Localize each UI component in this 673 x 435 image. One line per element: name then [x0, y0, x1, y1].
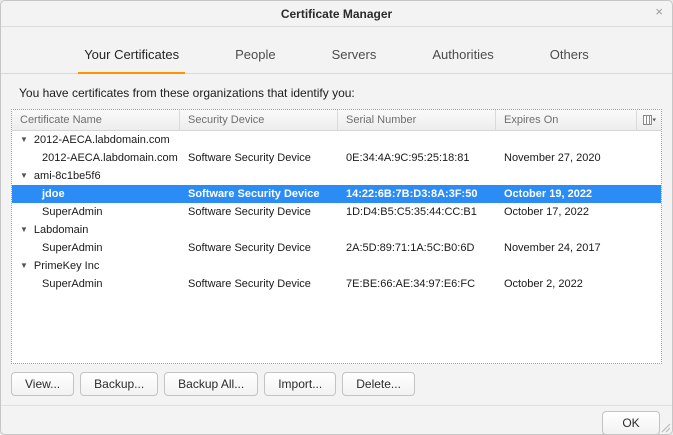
window-title: Certificate Manager: [281, 7, 392, 21]
collapse-triangle-icon[interactable]: ▼: [20, 172, 28, 180]
expires-on-cell: October 19, 2022: [496, 188, 661, 200]
column-header-expires-on[interactable]: Expires On: [496, 110, 637, 130]
certificate-group-row[interactable]: ▼ ami-8c1be5f6: [12, 167, 661, 185]
expires-on-cell: November 24, 2017: [496, 242, 661, 254]
group-name-label: PrimeKey Inc: [34, 260, 99, 272]
import-button[interactable]: Import...: [264, 372, 336, 396]
certificate-name-cell: SuperAdmin: [12, 206, 180, 218]
column-header-certificate-name[interactable]: Certificate Name: [12, 110, 180, 130]
collapse-triangle-icon[interactable]: ▼: [20, 136, 28, 144]
column-picker-icon[interactable]: [637, 110, 661, 130]
ok-button[interactable]: OK: [602, 411, 660, 435]
backup-button[interactable]: Backup...: [80, 372, 158, 396]
collapse-triangle-icon[interactable]: ▼: [20, 226, 28, 234]
serial-number-cell: 2A:5D:89:71:1A:5C:B0:6D: [338, 242, 496, 254]
tab-your-certificates[interactable]: Your Certificates: [78, 36, 185, 74]
security-device-cell: Software Security Device: [180, 278, 338, 290]
expires-on-cell: October 17, 2022: [496, 206, 661, 218]
certificate-table-body: ▼2012-AECA.labdomain.com2012-AECA.labdom…: [12, 131, 661, 363]
certificate-row[interactable]: jdoeSoftware Security Device14:22:6B:7B:…: [12, 185, 661, 203]
group-name-cell: ▼ 2012-AECA.labdomain.com: [12, 134, 180, 146]
certificate-row[interactable]: SuperAdminSoftware Security Device1D:D4:…: [12, 203, 661, 221]
expires-on-cell: October 2, 2022: [496, 278, 661, 290]
certificate-name-cell: SuperAdmin: [12, 278, 180, 290]
certificate-name-cell: 2012-AECA.labdomain.com: [12, 152, 180, 164]
certificate-name-cell: jdoe: [12, 188, 180, 200]
dialog-footer: OK: [1, 405, 672, 434]
tab-authorities[interactable]: Authorities: [426, 36, 499, 74]
group-name-label: 2012-AECA.labdomain.com: [34, 134, 170, 146]
table-header: Certificate Name Security Device Serial …: [12, 110, 661, 131]
tab-bar: Your Certificates People Servers Authori…: [1, 27, 672, 74]
serial-number-cell: 1D:D4:B5:C5:35:44:CC:B1: [338, 206, 496, 218]
column-header-serial-number[interactable]: Serial Number: [338, 110, 496, 130]
column-header-security-device[interactable]: Security Device: [180, 110, 338, 130]
title-bar: Certificate Manager ×: [1, 1, 672, 27]
serial-number-cell: 7E:BE:66:AE:34:97:E6:FC: [338, 278, 496, 290]
certificate-group-row[interactable]: ▼ Labdomain: [12, 221, 661, 239]
certificate-group-row[interactable]: ▼ PrimeKey Inc: [12, 257, 661, 275]
certificate-row[interactable]: SuperAdminSoftware Security Device2A:5D:…: [12, 239, 661, 257]
serial-number-cell: 14:22:6B:7B:D3:8A:3F:50: [338, 188, 496, 200]
security-device-cell: Software Security Device: [180, 206, 338, 218]
delete-button[interactable]: Delete...: [342, 372, 415, 396]
group-name-cell: ▼ Labdomain: [12, 224, 180, 236]
view-button[interactable]: View...: [11, 372, 74, 396]
group-name-cell: ▼ ami-8c1be5f6: [12, 170, 180, 182]
group-name-label: ami-8c1be5f6: [34, 170, 101, 182]
group-name-cell: ▼ PrimeKey Inc: [12, 260, 180, 272]
serial-number-cell: 0E:34:4A:9C:95:25:18:81: [338, 152, 496, 164]
backup-all-button[interactable]: Backup All...: [164, 372, 258, 396]
security-device-cell: Software Security Device: [180, 152, 338, 164]
tab-servers[interactable]: Servers: [326, 36, 383, 74]
certificate-row[interactable]: SuperAdminSoftware Security Device7E:BE:…: [12, 275, 661, 293]
security-device-cell: Software Security Device: [180, 242, 338, 254]
description-text: You have certificates from these organiz…: [19, 86, 654, 100]
column-picker-glyph: [643, 115, 656, 126]
certificate-name-cell: SuperAdmin: [12, 242, 180, 254]
certificate-table: Certificate Name Security Device Serial …: [11, 109, 662, 364]
collapse-triangle-icon[interactable]: ▼: [20, 262, 28, 270]
certificate-group-row[interactable]: ▼ 2012-AECA.labdomain.com: [12, 131, 661, 149]
security-device-cell: Software Security Device: [180, 188, 338, 200]
tab-people[interactable]: People: [229, 36, 281, 74]
resize-grip[interactable]: [659, 421, 671, 433]
group-name-label: Labdomain: [34, 224, 88, 236]
expires-on-cell: November 27, 2020: [496, 152, 661, 164]
tab-others[interactable]: Others: [544, 36, 595, 74]
certificate-manager-dialog: Certificate Manager × Your Certificates …: [0, 0, 673, 435]
close-icon[interactable]: ×: [655, 5, 663, 18]
certificate-row[interactable]: 2012-AECA.labdomain.comSoftware Security…: [12, 149, 661, 167]
action-button-row: View... Backup... Backup All... Import..…: [11, 372, 662, 396]
